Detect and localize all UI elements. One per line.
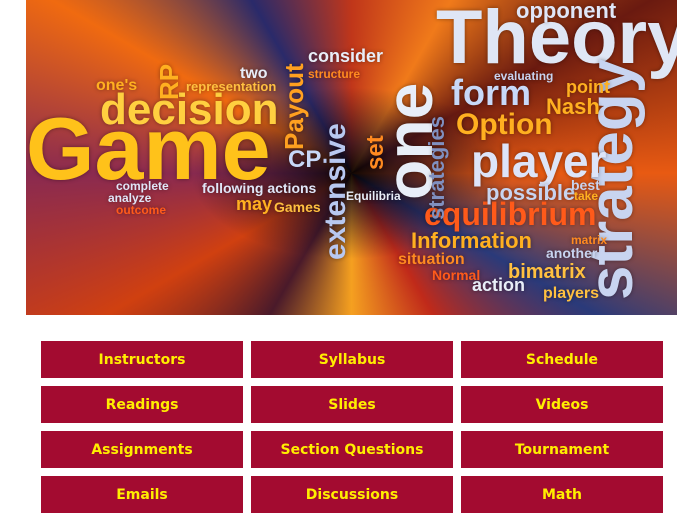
- game-theory-word-cloud-image: Game Theory decision strategy player equ…: [26, 0, 677, 315]
- word: strategies: [424, 116, 449, 220]
- word: following actions: [202, 180, 317, 196]
- word: evaluating: [494, 69, 554, 83]
- word: Option: [456, 108, 553, 141]
- word: structure: [308, 67, 361, 81]
- word: set: [362, 135, 389, 170]
- word: Games: [274, 199, 321, 215]
- word: players: [543, 285, 600, 302]
- discussions-button[interactable]: Discussions: [251, 476, 453, 513]
- instructors-button[interactable]: Instructors: [41, 341, 243, 378]
- word: take: [574, 189, 599, 203]
- word: Information: [411, 228, 532, 253]
- word: outcome: [116, 203, 167, 217]
- word: matrix: [571, 233, 608, 247]
- math-button[interactable]: Math: [461, 476, 663, 513]
- tournament-button[interactable]: Tournament: [461, 431, 663, 468]
- slides-button[interactable]: Slides: [251, 386, 453, 423]
- word: may: [236, 194, 273, 214]
- word: Equilibria: [346, 189, 401, 203]
- word: two: [240, 65, 268, 82]
- word: one's: [96, 77, 138, 94]
- schedule-button[interactable]: Schedule: [461, 341, 663, 378]
- word: decision: [100, 85, 279, 134]
- videos-button[interactable]: Videos: [461, 386, 663, 423]
- word: another: [546, 245, 598, 261]
- section-questions-button[interactable]: Section Questions: [251, 431, 453, 468]
- word: situation: [398, 251, 465, 268]
- emails-button[interactable]: Emails: [41, 476, 243, 513]
- word: opponent: [516, 0, 617, 23]
- word: CP: [288, 146, 322, 173]
- syllabus-button[interactable]: Syllabus: [251, 341, 453, 378]
- assignments-button[interactable]: Assignments: [41, 431, 243, 468]
- readings-button[interactable]: Readings: [41, 386, 243, 423]
- word: point: [566, 77, 610, 97]
- word: consider: [308, 46, 384, 66]
- word: RP: [154, 63, 184, 100]
- word: possible: [486, 180, 576, 205]
- word: Payout: [279, 63, 309, 150]
- word: Normal: [432, 267, 481, 283]
- word: Nash: [546, 94, 600, 119]
